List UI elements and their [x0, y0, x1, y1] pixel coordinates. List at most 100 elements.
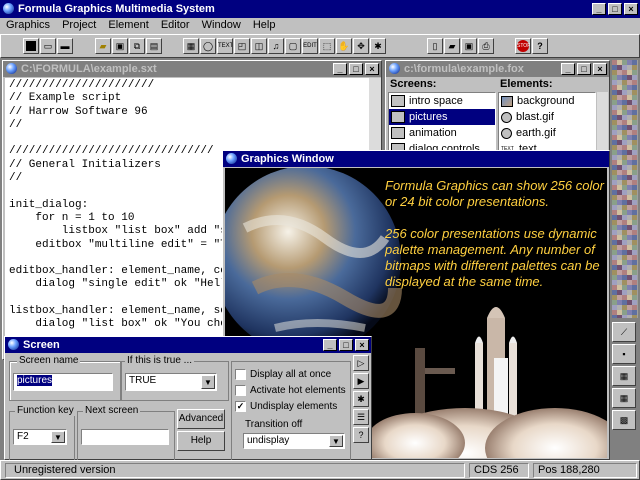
asterisk-icon[interactable]: ✱	[353, 391, 369, 407]
window-icon	[8, 339, 19, 350]
frame-tool-icon[interactable]: ▢	[285, 38, 301, 54]
element-list-item[interactable]: blast.gif	[499, 109, 595, 125]
element-list-label: blast.gif	[516, 111, 554, 123]
checkbox-box[interactable]	[235, 369, 246, 380]
transition-label: Transition off	[245, 419, 303, 430]
chevron-down-icon[interactable]: ▼	[201, 375, 215, 389]
bug-tool-icon[interactable]: ✱	[370, 38, 386, 54]
palette-swatch[interactable]	[632, 315, 637, 318]
monitor-icon[interactable]: ▣	[112, 38, 128, 54]
list-icon[interactable]: ☰	[353, 409, 369, 425]
screen-list-item[interactable]: intro space	[389, 93, 495, 109]
code-line: //////////////////////	[9, 79, 155, 91]
play-icon[interactable]: ▶	[353, 373, 369, 389]
element-list-item[interactable]: background	[499, 93, 595, 109]
next-screen-label: Next screen	[83, 405, 141, 416]
move-tool-icon[interactable]: ✥	[353, 38, 369, 54]
script-title: C:\FORMULA\example.sxt	[21, 63, 157, 75]
vertical-scrollbar[interactable]	[597, 92, 608, 158]
swatch-icon-2[interactable]: ▦	[612, 388, 636, 408]
transition-select[interactable]: undisplay ▼	[243, 433, 345, 449]
chevron-down-icon[interactable]: ▼	[51, 431, 65, 443]
close-button[interactable]: ×	[355, 339, 369, 351]
checkbox-undisplay[interactable]: ✓ Undisplay elements	[235, 401, 337, 412]
screen-list-label: animation	[409, 127, 457, 139]
menu-element[interactable]: Element	[108, 19, 148, 31]
function-key-select[interactable]: F2 ▼	[13, 429, 67, 445]
palette-tool-icon[interactable]: ▪	[612, 344, 636, 364]
minimize-button[interactable]: _	[561, 63, 575, 75]
help-icon[interactable]: ?	[532, 38, 548, 54]
main-titlebar: Formula Graphics Multimedia System _ □ ×	[0, 0, 640, 18]
checkbox-display-all[interactable]: Display all at once	[235, 369, 331, 380]
close-button[interactable]: ×	[624, 3, 638, 15]
menu-project[interactable]: Project	[62, 19, 96, 31]
advanced-button[interactable]: Advanced	[177, 409, 225, 429]
outline-tool[interactable]: ▭	[40, 38, 56, 54]
maximize-button[interactable]: □	[349, 63, 363, 75]
status-position: Pos 188,280	[533, 463, 637, 478]
window-icon[interactable]: ▤	[146, 38, 162, 54]
select-tool-icon[interactable]: ⬚	[319, 38, 335, 54]
maximize-button[interactable]: □	[577, 63, 591, 75]
element-list-label: background	[517, 95, 575, 107]
screen-list-item[interactable]: animation	[389, 125, 495, 141]
menu-window[interactable]: Window	[202, 19, 241, 31]
screen-list-item[interactable]: pictures	[389, 109, 495, 125]
swatch-icon-3[interactable]: ▩	[612, 410, 636, 430]
swatch-icon[interactable]: ▦	[612, 366, 636, 386]
graphics-text-2: 256 color presentations use dynamic pale…	[385, 226, 600, 289]
project-titlebar: c:\formula\example.fox _ □ ×	[386, 61, 609, 77]
help-button[interactable]: Help	[177, 431, 225, 451]
if-true-label: If this is true ...	[125, 355, 195, 366]
screens-list[interactable]: intro space pictures animation dialog contr…	[388, 92, 496, 158]
black-square-tool[interactable]	[23, 38, 39, 54]
ellipse-tool-icon[interactable]: ◯	[200, 38, 216, 54]
close-button[interactable]: ×	[365, 63, 379, 75]
menu-graphics[interactable]: Graphics	[6, 19, 50, 31]
menu-help[interactable]: Help	[253, 19, 276, 31]
color-palette[interactable]	[612, 60, 638, 318]
if-true-select[interactable]: TRUE ▼	[125, 373, 217, 391]
save-icon[interactable]: ▣	[461, 38, 477, 54]
open-file-icon[interactable]: ▰	[444, 38, 460, 54]
new-file-icon[interactable]: ▯	[427, 38, 443, 54]
layers-tool-icon[interactable]: ◫	[251, 38, 267, 54]
next-screen-input[interactable]	[81, 429, 169, 445]
minimize-button[interactable]: _	[592, 3, 606, 15]
minimize-button[interactable]: _	[333, 63, 347, 75]
minimize-button[interactable]: _	[323, 339, 337, 351]
maximize-button[interactable]: □	[339, 339, 353, 351]
cube-tool-icon[interactable]: ◰	[234, 38, 250, 54]
chevron-down-icon[interactable]: ▼	[329, 435, 343, 447]
hand-tool-icon[interactable]: ✋	[336, 38, 352, 54]
open-folder-icon[interactable]: ▰	[95, 38, 111, 54]
checkbox-activate-hot[interactable]: Activate hot elements	[235, 385, 346, 396]
menu-editor[interactable]: Editor	[161, 19, 190, 31]
graphics-title: Graphics Window	[241, 153, 334, 165]
stop-icon[interactable]: STOP	[515, 38, 531, 54]
help-icon[interactable]: ?	[353, 427, 369, 443]
print-icon[interactable]: ⎙	[478, 38, 494, 54]
checkbox-box-checked[interactable]: ✓	[235, 401, 246, 412]
screens-icon[interactable]: ⧉	[129, 38, 145, 54]
status-text: Unregistered version	[5, 463, 465, 478]
eyedropper-icon[interactable]: ⟋	[612, 322, 636, 342]
screen-list-label: intro space	[409, 95, 463, 107]
window-icon	[6, 63, 17, 74]
text-tool-icon[interactable]: TEXT	[217, 38, 233, 54]
music-tool-icon[interactable]: ♫	[268, 38, 284, 54]
pattern-tool-icon[interactable]: ▦	[183, 38, 199, 54]
checkbox-box[interactable]	[235, 385, 246, 396]
play-outline-icon[interactable]: ▷	[353, 355, 369, 371]
elements-list[interactable]: background blast.gif earth.gif TEXT text	[498, 92, 596, 158]
element-list-item[interactable]: earth.gif	[499, 125, 595, 141]
dash-tool[interactable]: ▬	[57, 38, 73, 54]
screen-dialog-title: Screen	[23, 339, 60, 351]
edit-tool-icon[interactable]: EDIT	[302, 38, 318, 54]
close-button[interactable]: ×	[593, 63, 607, 75]
screen-name-input[interactable]: pictures	[13, 373, 113, 391]
ellipse-icon	[501, 111, 512, 123]
maximize-button[interactable]: □	[608, 3, 622, 15]
